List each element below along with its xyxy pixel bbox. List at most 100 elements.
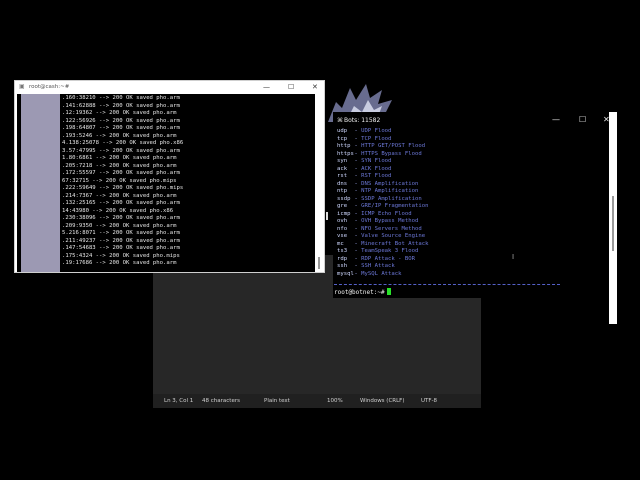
attack-command-description: GRE/IP Fragmentation <box>361 203 429 209</box>
attack-command-description: TeamSpeak 3 Flood <box>361 248 419 254</box>
log-line: .19:17686 --> 200 OK saved pho.arm <box>62 260 177 266</box>
command-separator: - <box>351 135 362 142</box>
bots-terminal-window[interactable]: ⌘ Bots: 11582 — ☐ ✕ udp - UDP Flood tcp -… <box>333 112 616 298</box>
attack-command-description: HTTP GET/POST Flood <box>361 143 426 149</box>
attack-command-name: https <box>337 150 354 157</box>
attack-command-row: ntp - NTP Amplification <box>337 188 567 196</box>
character-count: 48 characters <box>202 398 240 404</box>
log-line: .172:55597 --> 200 OK saved pho.arm <box>62 170 180 176</box>
attack-command-description: Minecraft Bot Attack <box>361 240 429 247</box>
line-endings: Windows (CRLF) <box>360 398 405 404</box>
attack-command-row: nfo - NFO Servers Method <box>337 226 567 234</box>
cash-scrollbar[interactable] <box>316 94 322 272</box>
minimize-button[interactable]: — <box>263 83 270 91</box>
attack-command-name: http <box>337 143 351 149</box>
terminal-icon: ▣ <box>19 83 25 90</box>
encoding: UTF-8 <box>421 398 438 404</box>
log-line: 14:43980 --> 200 OK saved pho.x86 <box>62 207 174 214</box>
log-line: .141:62888 --> 200 OK saved pho.arm <box>62 102 180 109</box>
log-line: 5.216:8071 --> 200 OK saved pho.arm <box>62 230 180 236</box>
cash-title-bar[interactable]: ▣ root@cash:~# — ☐ ✕ <box>15 81 324 94</box>
attack-command-name: syn <box>337 158 348 164</box>
attack-command-name: udp <box>337 128 348 134</box>
attack-command-name: rdp <box>337 255 348 262</box>
command-separator: - <box>351 255 362 262</box>
attack-command-description: HTTPS Bypass Flood <box>361 150 422 157</box>
attack-command-row: ovh - OVH Bypass Method <box>337 218 567 226</box>
attack-command-name: nfo <box>337 225 348 232</box>
log-lines: .160:38210 --> 200 OK saved pho.arm .141:… <box>62 95 183 268</box>
attack-command-description: NFO Servers Method <box>361 225 422 232</box>
command-separator: - <box>351 210 362 217</box>
log-line: .198:64807 --> 200 OK saved pho.arm <box>62 125 180 131</box>
command-separator: - <box>351 240 362 247</box>
maximize-button[interactable]: ☐ <box>288 83 294 91</box>
command-separator: - <box>351 270 362 277</box>
log-line: .214:7367 --> 200 OK saved pho.arm <box>62 192 177 199</box>
log-line: .211:49237 --> 200 OK saved pho.arm <box>62 237 180 244</box>
log-line: .122:56926 --> 200 OK saved pho.arm <box>62 117 180 124</box>
cash-window-title: root@cash:~# <box>29 84 70 90</box>
attack-command-row: ssh - SSH Attack <box>337 263 567 271</box>
attack-command-description: DNS Amplification <box>361 180 419 187</box>
attack-command-name: ack <box>337 165 348 172</box>
command-separator: - <box>351 173 362 179</box>
command-separator: - <box>351 233 362 239</box>
attack-command-description: ACK Flood <box>361 165 392 172</box>
zoom-level[interactable]: 100% <box>327 398 343 404</box>
attack-command-row: rst - RST Flood <box>337 173 567 181</box>
attack-command-row: icmp - ICMP Echo Flood <box>337 211 567 219</box>
cash-terminal-window[interactable]: ▣ root@cash:~# — ☐ ✕ .160:38210 --> 200 … <box>14 80 325 273</box>
attack-command-row: tcp - TCP Flood <box>337 136 567 144</box>
attack-command-description: NTP Amplification <box>361 188 419 194</box>
command-separator: - <box>351 203 362 209</box>
attack-command-name: ntp <box>337 188 348 194</box>
maximize-button[interactable]: ☐ <box>579 115 586 124</box>
scrollbar-thumb[interactable] <box>612 196 614 251</box>
attack-command-name: mc <box>337 240 344 247</box>
command-separator: - <box>351 128 362 134</box>
attack-command-row: ack - ACK Flood <box>337 166 567 174</box>
text-format: Plain text <box>264 398 290 404</box>
separator-line <box>334 284 560 285</box>
log-line: .12:19362 --> 200 OK saved pho.arm <box>62 110 177 116</box>
command-separator: - <box>351 180 362 187</box>
command-separator: - <box>351 248 362 254</box>
attack-command-name: dns <box>337 180 348 187</box>
command-prompt[interactable]: root@botnet:~# <box>334 288 391 296</box>
attack-command-name: gre <box>337 203 348 209</box>
log-line: .209:9350 --> 200 OK saved pho.arm <box>62 222 177 229</box>
attack-command-description: Valve Source Engine <box>361 233 426 239</box>
log-line: .132:25165 --> 200 OK saved pho.arm <box>62 200 180 206</box>
cursor-position: Ln 3, Col 1 <box>164 398 194 404</box>
attack-command-name: ssdp <box>337 195 351 202</box>
attack-command-row: mysql - MySQL Attack <box>337 271 567 279</box>
cash-terminal-output[interactable]: .160:38210 --> 200 OK saved pho.arm .141:… <box>17 94 315 272</box>
log-line: .160:38210 --> 200 OK saved pho.arm <box>62 95 180 101</box>
command-separator: - <box>351 188 362 194</box>
bots-scrollbar[interactable] <box>609 112 617 324</box>
notepad-status-bar: Ln 3, Col 1 48 characters Plain text 100… <box>153 394 481 408</box>
pointer-ibeam-icon: I <box>512 253 515 261</box>
attack-command-row: https - HTTPS Bypass Flood <box>337 151 567 159</box>
attack-command-row: vse - Valve Source Engine <box>337 233 567 241</box>
attack-command-description: SYN Flood <box>361 158 392 164</box>
attack-command-name: icmp <box>337 210 351 217</box>
minimize-button[interactable]: — <box>552 115 560 124</box>
log-line: 1.80:6861 --> 200 OK saved pho.arm <box>62 155 177 161</box>
attack-command-description: TCP Flood <box>361 135 392 142</box>
bots-window-title: Bots: 11582 <box>344 117 381 124</box>
scrollbar-thumb[interactable] <box>318 257 320 269</box>
attack-command-description: SSH Attack <box>361 263 395 269</box>
attack-menu-list: udp - UDP Flood tcp - TCP Flood http - HTT… <box>337 128 567 278</box>
attack-command-row: ts3 - TeamSpeak 3 Flood <box>337 248 567 256</box>
attack-command-row: dns - DNS Amplification <box>337 181 567 189</box>
attack-command-description: RST Flood <box>361 173 392 179</box>
close-button[interactable]: ✕ <box>312 83 318 91</box>
attack-command-name: ts3 <box>337 248 348 254</box>
command-separator: - <box>351 158 362 164</box>
attack-command-description: OVH Bypass Method <box>361 218 419 224</box>
command-separator: - <box>351 165 362 172</box>
log-line: 67:32715 --> 200 OK saved pho.mips <box>62 177 177 184</box>
command-separator: - <box>351 263 362 269</box>
